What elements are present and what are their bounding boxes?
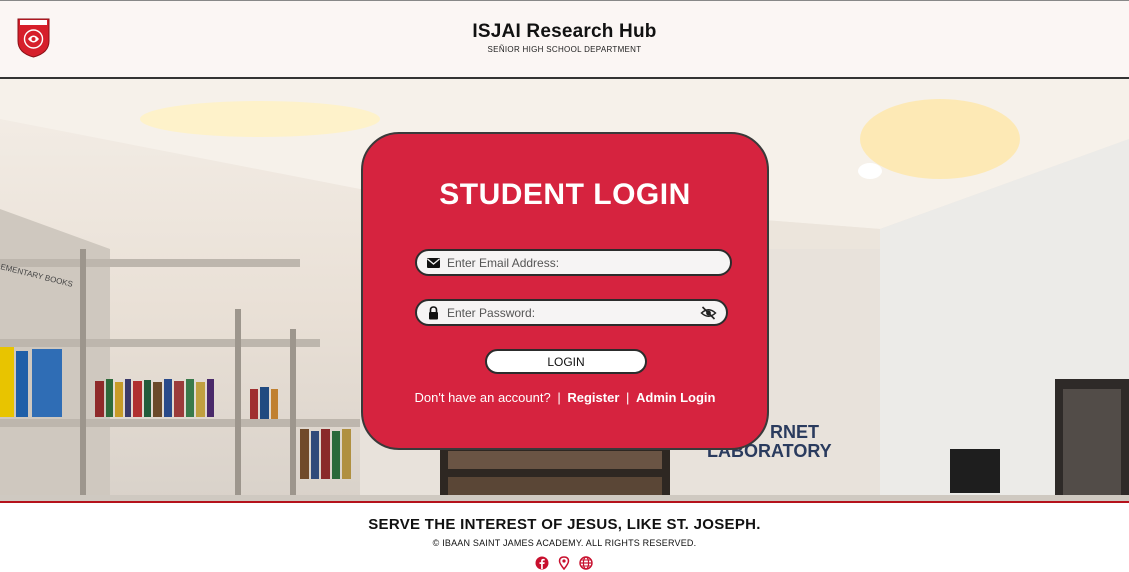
- globe-icon[interactable]: [579, 556, 593, 570]
- footer-motto: SERVE THE INTEREST OF JESUS, LIKE ST. JO…: [368, 516, 761, 533]
- email-input[interactable]: [447, 253, 687, 273]
- admin-login-link[interactable]: Admin Login: [636, 390, 715, 405]
- register-link[interactable]: Register: [567, 390, 619, 405]
- login-title: STUDENT LOGIN: [439, 178, 691, 211]
- wall-sign-line1: RNET: [770, 422, 819, 442]
- account-links: Don't have an account? | Register | Admi…: [363, 390, 767, 405]
- password-input[interactable]: [447, 303, 687, 323]
- location-pin-icon[interactable]: [557, 556, 571, 571]
- link-separator: |: [626, 390, 630, 405]
- login-button[interactable]: LOGIN: [485, 349, 647, 374]
- site-title: ISJAI Research Hub: [472, 21, 657, 42]
- site-subtitle: SEÑIOR HIGH SCHOOL DEPARTMENT: [487, 45, 642, 54]
- lock-icon: [426, 306, 441, 320]
- envelope-icon: [426, 256, 441, 270]
- link-separator: |: [557, 390, 561, 405]
- social-links: [535, 556, 595, 571]
- password-field[interactable]: [415, 299, 728, 326]
- no-account-text: Don't have an account?: [414, 390, 551, 405]
- site-footer: SERVE THE INTEREST OF JESUS, LIKE ST. JO…: [0, 505, 1129, 572]
- eye-slash-icon[interactable]: [700, 305, 717, 321]
- student-login-card: STUDENT LOGIN LOGIN Don't have: [361, 132, 769, 450]
- footer-copyright: © IBAAN SAINT JAMES ACADEMY. ALL RIGHTS …: [432, 538, 697, 548]
- facebook-icon[interactable]: [535, 556, 549, 570]
- email-field[interactable]: [415, 249, 732, 276]
- site-header: ISJAI Research Hub SEÑIOR HIGH SCHOOL DE…: [0, 0, 1129, 79]
